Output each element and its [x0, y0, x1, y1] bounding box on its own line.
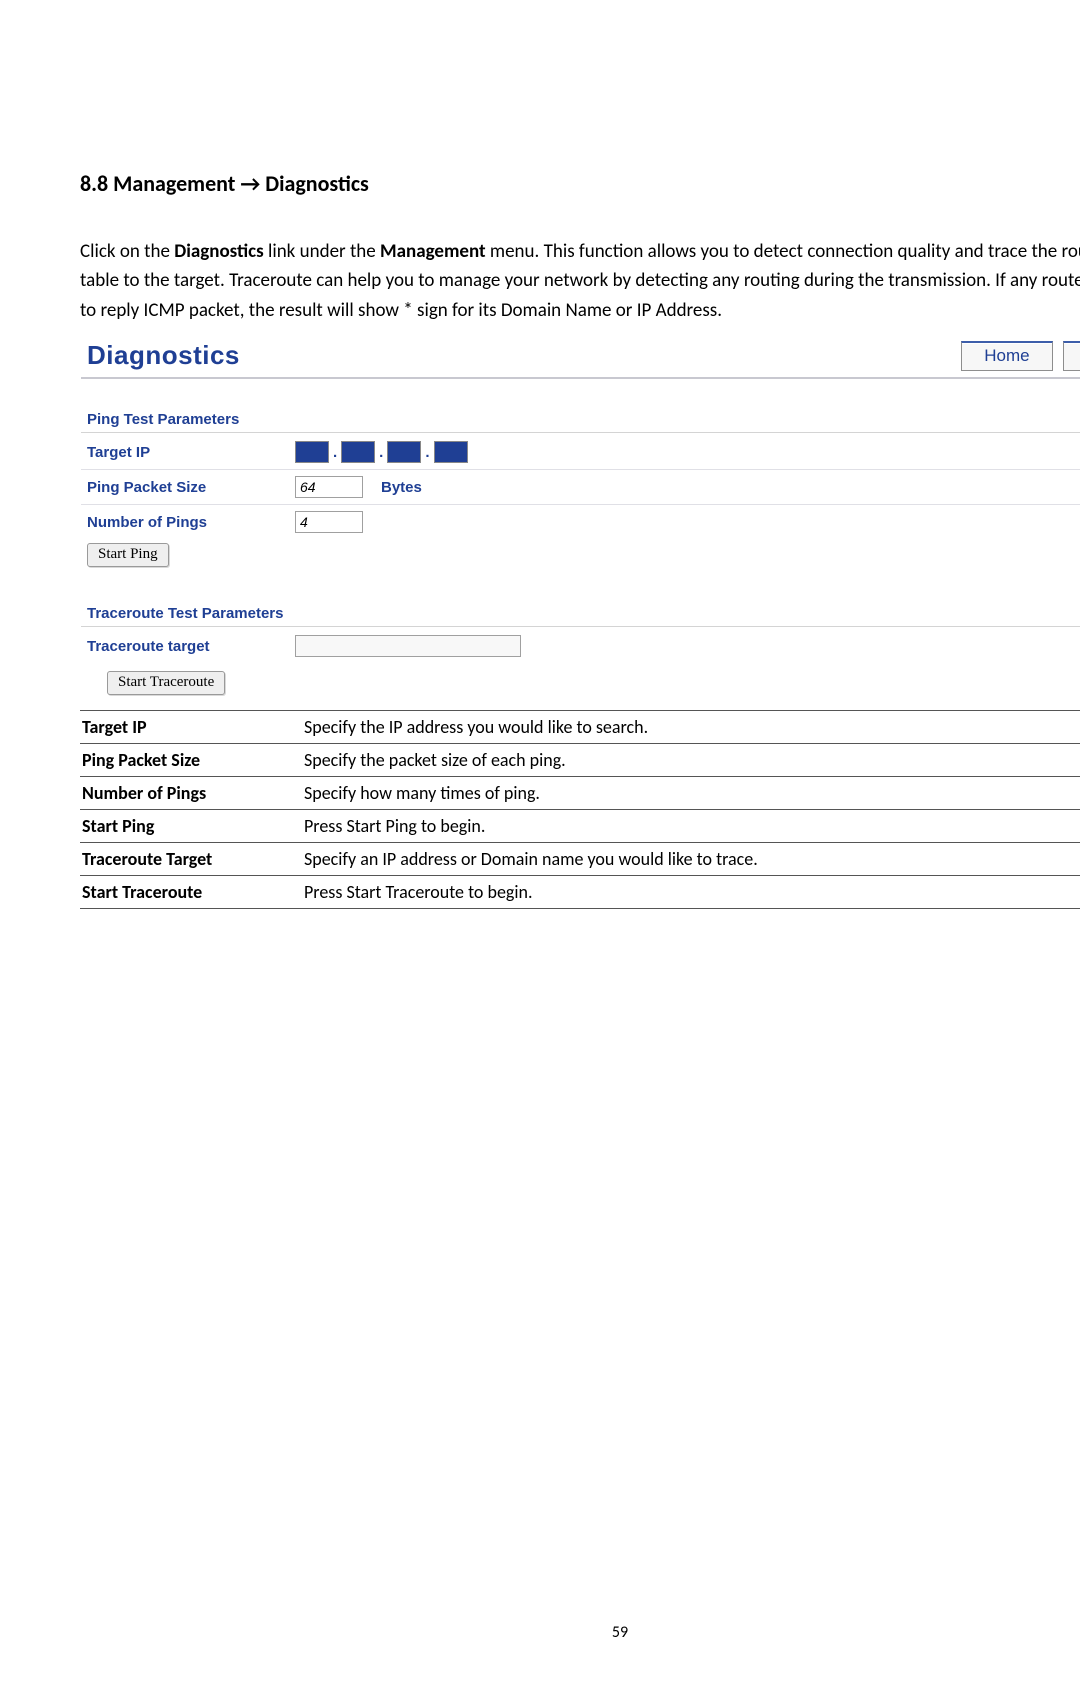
row-target-ip: Target IP . . .	[81, 435, 1080, 470]
desc-defn: Press Start Ping to begin.	[302, 810, 1080, 843]
ip-octet-1[interactable]	[295, 441, 329, 463]
ip-dot: .	[425, 444, 429, 461]
table-row: Start PingPress Start Ping to begin.	[80, 810, 1080, 843]
label-traceroute-target: Traceroute target	[81, 638, 295, 655]
traceroute-target-input[interactable]	[295, 635, 521, 657]
table-row: Start TraceroutePress Start Traceroute t…	[80, 876, 1080, 909]
table-row: Traceroute TargetSpecify an IP address o…	[80, 843, 1080, 876]
diagnostics-screenshot: Diagnostics Home Reset Ping Test Paramet…	[80, 335, 1080, 696]
label-num-pings: Number of Pings	[81, 514, 295, 531]
desc-term: Target IP	[80, 711, 302, 744]
num-pings-input[interactable]	[295, 511, 363, 533]
ip-dot: .	[333, 444, 337, 461]
packet-size-cell: Bytes	[295, 476, 422, 498]
traceroute-parameters-heading: Traceroute Test Parameters	[81, 605, 1080, 622]
table-row: Ping Packet SizeSpecify the packet size …	[80, 744, 1080, 777]
row-num-pings: Number of Pings	[81, 505, 1080, 539]
label-packet-size: Ping Packet Size	[81, 479, 295, 496]
packet-size-input[interactable]	[295, 476, 363, 498]
ip-octet-3[interactable]	[387, 441, 421, 463]
intro-bold-diagnostics: Diagnostics	[174, 240, 263, 263]
ip-octet-2[interactable]	[341, 441, 375, 463]
intro-text: link under the	[264, 240, 380, 263]
divider	[81, 432, 1080, 433]
reset-button[interactable]: Reset	[1063, 341, 1080, 371]
target-ip-fields: . . .	[295, 441, 468, 463]
packet-size-unit: Bytes	[381, 479, 422, 496]
divider	[81, 626, 1080, 627]
desc-term: Start Ping	[80, 810, 302, 843]
desc-defn: Specify the IP address you would like to…	[302, 711, 1080, 744]
label-target-ip: Target IP	[81, 444, 295, 461]
panel-buttons: Home Reset	[961, 341, 1080, 371]
ip-octet-4[interactable]	[434, 441, 468, 463]
row-packet-size: Ping Packet Size Bytes	[81, 470, 1080, 505]
desc-defn: Press Start Traceroute to begin.	[302, 876, 1080, 909]
start-ping-button[interactable]: Start Ping	[87, 543, 169, 567]
table-row: Number of PingsSpecify how many times of…	[80, 777, 1080, 810]
desc-defn: Specify an IP address or Domain name you…	[302, 843, 1080, 876]
page-number: 59	[80, 1623, 1080, 1642]
traceroute-button-row: Start Traceroute	[101, 667, 1080, 695]
ip-dot: .	[379, 444, 383, 461]
num-pings-cell	[295, 511, 363, 533]
traceroute-target-cell	[295, 635, 521, 657]
intro-bold-management: Management	[380, 240, 486, 263]
intro-paragraph: Click on the Diagnostics link under the …	[80, 237, 1080, 325]
desc-term: Traceroute Target	[80, 843, 302, 876]
section-heading: 8.8 Management → Diagnostics	[80, 170, 1080, 197]
home-button[interactable]: Home	[961, 341, 1052, 371]
row-traceroute-target: Traceroute target	[81, 629, 1080, 663]
panel-header: Diagnostics Home Reset	[81, 336, 1080, 379]
desc-defn: Specify how many times of ping.	[302, 777, 1080, 810]
start-traceroute-button[interactable]: Start Traceroute	[107, 671, 225, 695]
desc-defn: Specify the packet size of each ping.	[302, 744, 1080, 777]
ping-parameters-heading: Ping Test Parameters	[81, 411, 1080, 428]
panel-title: Diagnostics	[87, 340, 240, 371]
table-row: Target IPSpecify the IP address you woul…	[80, 711, 1080, 744]
description-table: Target IPSpecify the IP address you woul…	[80, 710, 1080, 909]
desc-term: Number of Pings	[80, 777, 302, 810]
desc-term: Start Traceroute	[80, 876, 302, 909]
intro-text: Click on the	[80, 240, 174, 263]
desc-term: Ping Packet Size	[80, 744, 302, 777]
